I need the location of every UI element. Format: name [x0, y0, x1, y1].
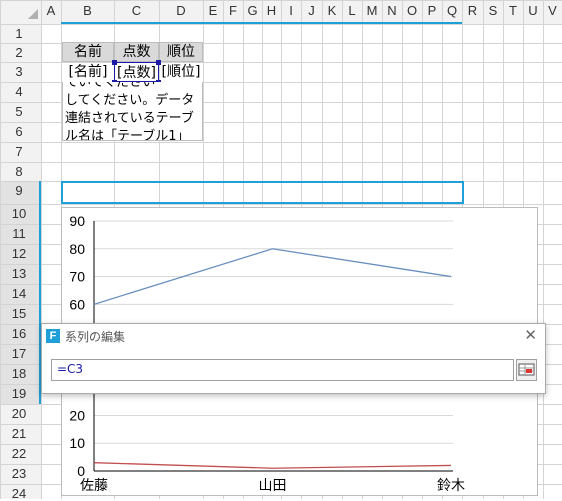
row-header-13[interactable]: 13 [0, 266, 38, 281]
range-picker-icon [518, 363, 535, 376]
column-header-a[interactable]: A [41, 3, 61, 18]
y-tick-label: 20 [69, 407, 85, 423]
x-tick-label: 鈴木 [437, 478, 465, 494]
column-header-j[interactable]: J [301, 3, 322, 18]
y-tick-label: 90 [69, 213, 85, 229]
note-line: ていてください [65, 82, 156, 90]
column-header-h[interactable]: H [262, 3, 281, 18]
x-tick-label: 山田 [259, 478, 287, 494]
formula-value: =C3 [57, 362, 84, 376]
column-header-p[interactable]: P [422, 3, 442, 18]
column-header-l[interactable]: L [342, 3, 362, 18]
table-header-rank[interactable]: 順位 [159, 42, 203, 62]
x-tick-label: 佐藤 [80, 478, 108, 494]
column-header-r[interactable]: R [462, 3, 483, 18]
note-textbox[interactable]: ていてください してください。データ 連結されているテーブ ル名は「テーブル1」… [62, 82, 203, 141]
column-header-b[interactable]: B [61, 3, 114, 18]
row-header-6[interactable]: 6 [0, 124, 38, 139]
row-header-22[interactable]: 22 [0, 446, 38, 461]
row-header-3[interactable]: 3 [0, 64, 38, 79]
column-header-e[interactable]: E [203, 3, 223, 18]
column-header-t[interactable]: T [503, 3, 523, 18]
y-tick-label: 10 [69, 435, 85, 451]
row-header-12[interactable]: 12 [0, 246, 38, 261]
row-header-14[interactable]: 14 [0, 286, 38, 301]
y-tick-label: 0 [77, 463, 85, 479]
edit-series-dialog[interactable]: F 系列の編集 ✕ =C3 [41, 323, 546, 394]
selection-handle[interactable] [156, 60, 161, 65]
column-header-f[interactable]: F [223, 3, 243, 18]
column-header-m[interactable]: M [362, 3, 382, 18]
column-header-o[interactable]: O [402, 3, 422, 18]
row-header-7[interactable]: 7 [0, 144, 38, 159]
row-header-1[interactable]: 1 [0, 26, 38, 41]
y-tick-label: 60 [69, 296, 85, 312]
column-header-i[interactable]: I [281, 3, 301, 18]
row-header-20[interactable]: 20 [0, 406, 38, 421]
column-header-c[interactable]: C [114, 3, 159, 18]
row-header-11[interactable]: 11 [0, 226, 38, 241]
row-header-17[interactable]: 17 [0, 346, 38, 361]
row-header-4[interactable]: 4 [0, 84, 38, 99]
row-header-8[interactable]: 8 [0, 164, 38, 179]
range-select-button[interactable] [516, 359, 537, 381]
column-header-s[interactable]: S [483, 3, 503, 18]
column-header-g[interactable]: G [243, 3, 262, 18]
row-header-23[interactable]: 23 [0, 466, 38, 481]
note-line: してください。データ [65, 93, 195, 108]
column-header-d[interactable]: D [159, 3, 203, 18]
column-header-q[interactable]: Q [442, 3, 462, 18]
selection-handle[interactable] [112, 60, 117, 65]
table-header-name[interactable]: 名前 [62, 42, 114, 62]
dialog-title: 系列の編集 [65, 330, 126, 344]
row-header-18[interactable]: 18 [0, 366, 38, 381]
table-header-score[interactable]: 点数 [114, 42, 159, 62]
note-line: ル名は「テーブル1」 [65, 129, 190, 141]
row-header-19[interactable]: 19 [0, 386, 38, 401]
note-line: 連結されているテーブ [65, 111, 194, 126]
row-header-10[interactable]: 10 [0, 206, 38, 221]
column-header-u[interactable]: U [523, 3, 543, 18]
cell-score-placeholder[interactable]: [点数] [114, 62, 159, 82]
column-header-n[interactable]: N [382, 3, 402, 18]
column-header-v[interactable]: V [543, 3, 562, 18]
selected-range-row9[interactable] [61, 181, 464, 204]
row-header-15[interactable]: 15 [0, 306, 38, 321]
formula-input[interactable]: =C3 [51, 359, 514, 381]
cell-name-placeholder[interactable]: [名前] [62, 62, 114, 82]
row-header-16[interactable]: 16 [0, 326, 38, 341]
app-icon: F [46, 329, 60, 343]
y-tick-label: 80 [69, 241, 85, 257]
cell-rank-placeholder[interactable]: [順位] [159, 62, 203, 82]
y-tick-label: 70 [69, 269, 85, 285]
row-header-21[interactable]: 21 [0, 426, 38, 441]
close-icon[interactable]: ✕ [524, 326, 537, 344]
row-header-5[interactable]: 5 [0, 104, 38, 119]
row-header-9[interactable]: 9 [0, 183, 38, 198]
column-header-k[interactable]: K [322, 3, 342, 18]
row-header-2[interactable]: 2 [0, 45, 38, 60]
